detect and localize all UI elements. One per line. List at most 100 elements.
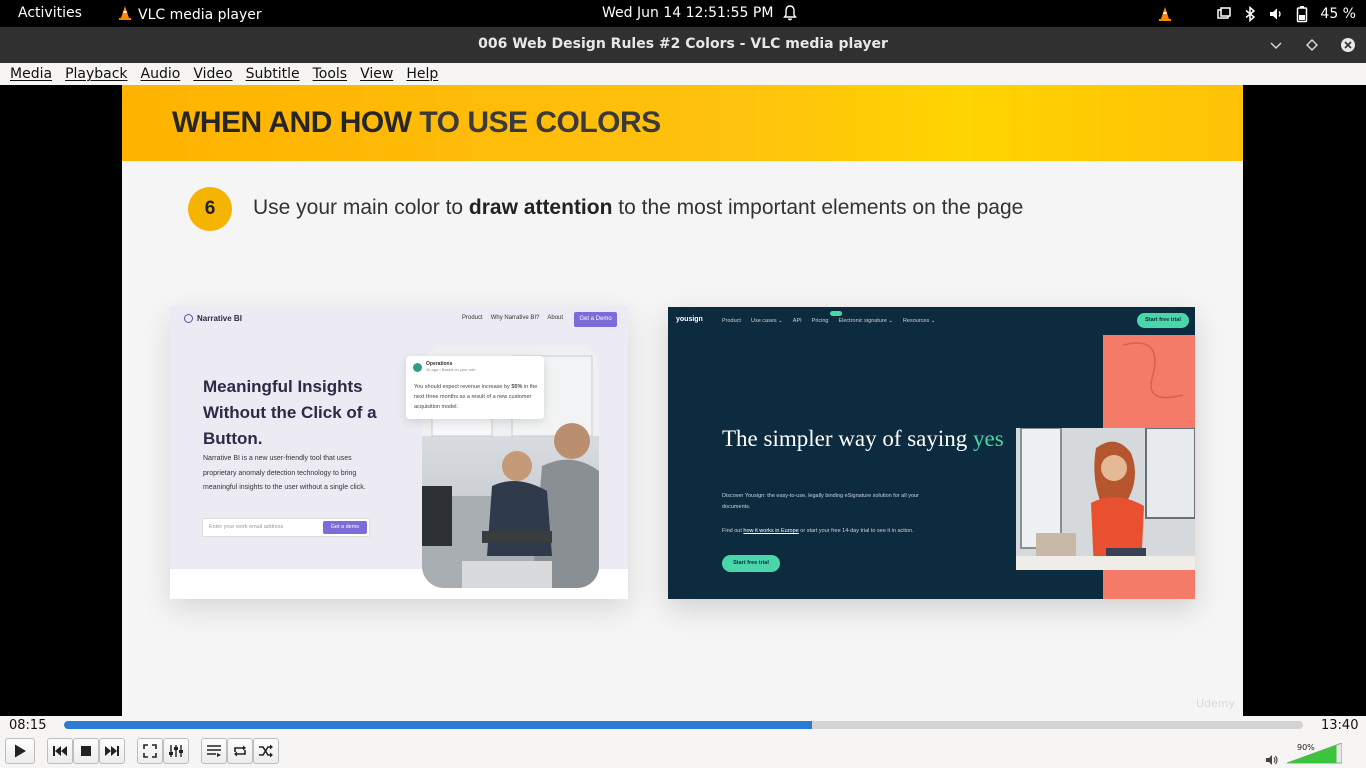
activities-button[interactable]: Activities	[18, 5, 82, 21]
yousign-subtext-pre: Find out	[722, 528, 744, 534]
previous-button[interactable]	[47, 738, 73, 764]
narrative-hero-title: Meaningful Insights Without the Click of…	[203, 377, 377, 448]
fullscreen-icon	[143, 744, 157, 758]
yousign-nav-item: API	[792, 318, 802, 324]
seek-slider-fill	[64, 721, 813, 729]
narrative-nav-item: Product	[462, 315, 483, 321]
notification-avatar	[413, 363, 422, 372]
narrative-email-field: Enter your work email address Get a demo	[202, 518, 370, 537]
system-tray[interactable]: 45 %	[1158, 4, 1356, 24]
narrative-nav: Product Why Narrative BI? About	[462, 315, 563, 321]
loop-icon	[232, 744, 248, 758]
yousign-screenshot: yousign Product Use cases ⌄ API Pricing …	[668, 307, 1195, 599]
battery-icon[interactable]	[1296, 5, 1308, 23]
menu-view[interactable]: View	[360, 66, 393, 82]
menu-bar: Media Playback Audio Video Subtitle Tool…	[0, 63, 1366, 85]
narrative-demo-button: Get a Demo	[574, 312, 617, 327]
insight-notification: Operations 1h ago • Based on your rule Y…	[406, 356, 544, 419]
yousign-europe-link: how it works in Europe	[743, 528, 799, 534]
shuffle-button[interactable]	[253, 738, 279, 764]
yousign-nav-item: Pricing	[811, 318, 829, 324]
window-titlebar[interactable]: 006 Web Design Rules #2 Colors - VLC med…	[0, 27, 1366, 63]
email-placeholder: Enter your work email address	[209, 524, 284, 530]
narrative-description: Narrative BI is a new user-friendly tool…	[203, 455, 366, 491]
rule-number-badge: 6	[188, 187, 232, 231]
narrative-nav-item: Why Narrative BI?	[490, 315, 540, 321]
yousign-headline: The simpler way of saying yes	[722, 425, 1004, 452]
maximize-icon[interactable]	[1303, 36, 1321, 54]
volume-icon[interactable]	[1265, 751, 1279, 768]
play-button[interactable]	[5, 738, 35, 764]
volume-slider[interactable]	[1287, 743, 1342, 764]
new-badge	[830, 311, 842, 316]
slide-heading-rest: TO USE COLORS	[411, 106, 661, 139]
seek-row: 08:15 13:40	[0, 716, 1366, 735]
email-submit-button: Get a demo	[323, 521, 367, 534]
menu-playback[interactable]: Playback	[65, 66, 127, 82]
yousign-headline-accent: yes	[973, 426, 1004, 451]
shuffle-icon	[258, 744, 274, 758]
slide-banner: WHEN AND HOW TO USE COLORS	[122, 85, 1243, 161]
yousign-headline-pre: The simpler way of saying	[722, 426, 974, 451]
notification-subtitle: 1h ago • Based on your rule	[426, 367, 476, 372]
menu-audio[interactable]: Audio	[141, 66, 181, 82]
slide-heading-bold: WHEN AND HOW	[172, 106, 412, 139]
woman-phone-photo	[1016, 428, 1195, 570]
stop-button[interactable]	[73, 738, 99, 764]
notification-body: You should expect revenue increase by 55…	[414, 382, 538, 412]
vlc-cone-icon	[118, 5, 132, 25]
stop-icon	[80, 745, 92, 757]
yousign-nav: Product Use cases ⌄ API Pricing Electron…	[722, 318, 935, 324]
yousign-nav-item: Electronic signature ⌄	[838, 318, 893, 324]
slide-heading: WHEN AND HOW TO USE COLORS	[172, 106, 661, 140]
yousign-subtext: Discover Yousign: the easy-to-use, legal…	[722, 493, 919, 510]
loop-button[interactable]	[227, 738, 253, 764]
speaker-icon[interactable]	[1268, 6, 1284, 22]
yousign-subtext-link-line: Find out how it works in Europe or start…	[722, 526, 922, 537]
yousign-subtext-post: or start your free 14-day trial to see i…	[798, 528, 914, 534]
notification-body-bold: 55%	[511, 384, 523, 390]
play-icon	[12, 743, 28, 759]
total-time[interactable]: 13:40	[1321, 718, 1358, 733]
app-menu[interactable]: VLC media player	[118, 5, 262, 25]
narrative-nav-item: About	[547, 315, 564, 321]
yousign-hero-trial-button: Start free trial	[722, 555, 780, 572]
vlc-cone-icon[interactable]	[1158, 6, 1172, 22]
extended-settings-icon	[168, 744, 184, 758]
menu-media[interactable]: Media	[10, 66, 52, 82]
next-button[interactable]	[99, 738, 125, 764]
menu-help[interactable]: Help	[406, 66, 438, 82]
yousign-nav-item: Product	[722, 318, 741, 324]
rule-text-post: to the most important elements on the pa…	[612, 196, 1024, 219]
previous-icon	[52, 745, 68, 757]
bell-icon	[781, 4, 799, 22]
extended-settings-button[interactable]	[163, 738, 189, 764]
rule-text-bold: draw attention	[468, 196, 613, 219]
minimize-icon[interactable]	[1267, 36, 1285, 54]
seek-slider[interactable]	[64, 721, 1303, 729]
menu-subtitle[interactable]: Subtitle	[246, 66, 300, 82]
narrative-bi-screenshot: Narrative BI Product Why Narrative BI? A…	[170, 306, 628, 599]
yousign-nav-item: Use cases ⌄	[750, 318, 783, 324]
video-surface[interactable]: WHEN AND HOW TO USE COLORS 6 Use your ma…	[0, 85, 1366, 716]
rule-text-pre: Use your main color to	[253, 196, 469, 219]
clock[interactable]: Wed Jun 14 12:51:55 PM	[602, 5, 773, 21]
video-frame: WHEN AND HOW TO USE COLORS 6 Use your ma…	[122, 85, 1243, 716]
narrative-logo-icon	[184, 314, 193, 323]
menu-tools[interactable]: Tools	[313, 66, 348, 82]
battery-percent: 45 %	[1320, 6, 1356, 22]
narrative-logo-text: Narrative BI	[197, 314, 242, 323]
window-title: 006 Web Design Rules #2 Colors - VLC med…	[478, 36, 888, 52]
yousign-nav-item: Resources ⌄	[902, 318, 936, 324]
menu-video[interactable]: Video	[193, 66, 232, 82]
playlist-button[interactable]	[201, 738, 227, 764]
yousign-nav-trial-button: Start free trial	[1137, 313, 1189, 328]
bluetooth-icon[interactable]	[1244, 6, 1256, 22]
yousign-logo: yousign	[676, 316, 703, 323]
elapsed-time[interactable]: 08:15	[9, 718, 46, 733]
fullscreen-button[interactable]	[137, 738, 163, 764]
screen-icon[interactable]	[1216, 6, 1232, 22]
close-icon[interactable]	[1339, 36, 1357, 54]
udemy-watermark: Udemy	[1195, 697, 1235, 710]
app-name: VLC media player	[138, 7, 262, 23]
